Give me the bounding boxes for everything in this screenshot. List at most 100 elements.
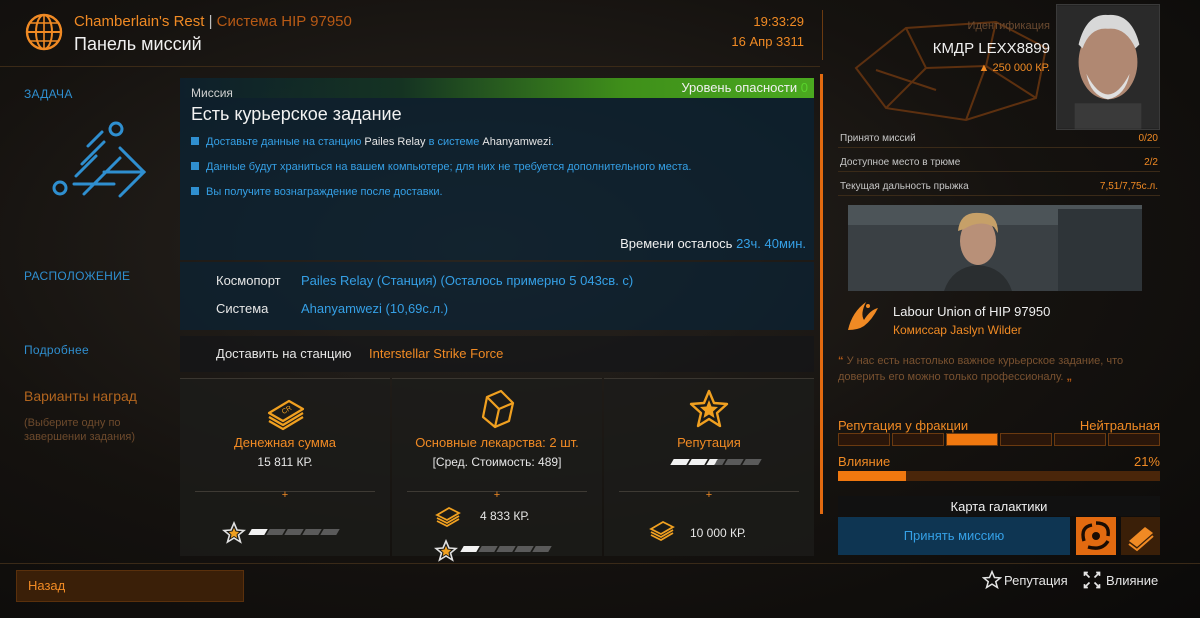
reputation-pip xyxy=(284,529,304,535)
section-label-rewards: Варианты наград xyxy=(24,388,137,404)
commodity-crate-icon xyxy=(481,389,515,429)
reward-amount: 15 811 КР. xyxy=(257,455,313,469)
bullet-square-icon xyxy=(191,187,199,195)
stat-label: Текущая дальность прыжка xyxy=(840,181,969,192)
reputation-pip xyxy=(266,529,286,535)
credits-stack-icon: CR xyxy=(267,399,305,431)
reputation-pips xyxy=(670,459,762,467)
credits-icon: ▲ xyxy=(978,62,990,74)
reputation-pip xyxy=(724,459,744,465)
rewards-hint: (Выберите одну по завершении задания) xyxy=(24,417,136,443)
galaxy-swirl-icon[interactable] xyxy=(1076,517,1116,555)
globe-icon xyxy=(25,13,63,51)
reputation-pip xyxy=(532,546,552,552)
mission-title: Есть курьерское задание xyxy=(191,104,402,124)
faction-reputation-bar xyxy=(838,433,1160,446)
quote-close-icon: „ xyxy=(1066,371,1073,383)
mission-kicker: Миссия xyxy=(191,86,233,100)
influence-bar xyxy=(838,471,1160,481)
agent-name: Комиссар Jaslyn Wilder xyxy=(893,323,1022,337)
faction-reputation-value: Нейтральная xyxy=(1079,418,1160,433)
reputation-pip xyxy=(670,459,690,465)
danger-level-value: 0 xyxy=(800,80,808,95)
commander-credits: ▲ 250 000 КР. xyxy=(900,62,1051,74)
clock-time: 19:33:29 xyxy=(753,14,804,29)
reputation-pip xyxy=(460,546,480,552)
credits-value: 250 000 КР. xyxy=(992,62,1050,74)
reward-title: Основные лекарства: 2 шт. xyxy=(415,435,579,450)
agent-quote-text: У нас есть настолько важное курьерское з… xyxy=(838,355,1124,383)
reputation-star-icon xyxy=(689,389,729,428)
section-label-task: ЗАДАЧА xyxy=(24,87,73,101)
time-remaining: Времени осталось 23ч. 40мин. xyxy=(450,236,806,251)
bullet-square-icon xyxy=(191,162,199,170)
header-divider xyxy=(0,66,820,67)
stat-value: 7,51/7,75с.л. xyxy=(1099,181,1158,192)
stat-value: 2/2 xyxy=(1144,157,1158,168)
courier-data-icon xyxy=(52,121,147,198)
bullet-text: Вы получите вознаграждение после доставк… xyxy=(206,186,443,198)
clock-date: 16 Апр 3311 xyxy=(731,34,804,49)
reputation-star-icon xyxy=(982,570,1002,590)
codex-book-icon[interactable] xyxy=(1121,517,1160,555)
back-button-label[interactable]: Назад xyxy=(28,578,65,593)
svg-text:CR: CR xyxy=(281,405,293,416)
reputation-segment xyxy=(1000,433,1052,446)
legend-influence: Влияние xyxy=(1106,573,1159,588)
reputation-star-icon xyxy=(434,539,458,562)
reward-extra-credits: 4 833 КР. xyxy=(480,509,530,523)
reputation-segment xyxy=(838,433,890,446)
section-label-location: РАСПОЛОЖЕНИЕ xyxy=(24,269,131,283)
bullet-text: в системе xyxy=(425,136,483,148)
commander-portrait xyxy=(1056,4,1160,130)
mission-bullet: Вы получите вознаграждение после доставк… xyxy=(191,186,443,198)
location-separator: | xyxy=(208,13,213,30)
identification-label: Идентификация xyxy=(967,20,1050,32)
influence-icon xyxy=(1083,571,1101,589)
reputation-pip xyxy=(248,529,268,535)
reputation-segment xyxy=(892,433,944,446)
reputation-pip xyxy=(302,529,322,535)
reward-title: Репутация xyxy=(677,435,741,450)
spaceport-link[interactable]: Pailes Relay (Станция) (Осталось примерн… xyxy=(301,273,633,288)
danger-level-label: Уровень опасности xyxy=(681,80,798,95)
accept-mission-label[interactable]: Принять миссию xyxy=(838,528,1070,543)
section-label-details: Подробнее xyxy=(24,343,89,357)
influence-label: Влияние xyxy=(838,454,891,469)
reputation-pips xyxy=(248,529,340,537)
system-link[interactable]: Ahanyamwezi (10,69с.л.) xyxy=(301,301,448,316)
reward-card-commodity[interactable]: Основные лекарства: 2 шт. [Сред. Стоимос… xyxy=(392,378,602,562)
credits-stack-icon xyxy=(649,520,675,541)
legend-reputation: Репутация xyxy=(1004,573,1068,588)
footer-divider xyxy=(0,563,1200,564)
credits-stack-icon xyxy=(435,506,461,527)
stat-label: Доступное место в трюме xyxy=(840,157,961,168)
influence-value: 21% xyxy=(1133,454,1160,469)
station-name: Chamberlain's Rest xyxy=(74,13,205,30)
reputation-pip xyxy=(514,546,534,552)
influence-bar-fill xyxy=(838,471,906,481)
commander-name: КМДР LEXX8899 xyxy=(932,40,1050,57)
reputation-pip xyxy=(706,459,726,465)
reputation-segment xyxy=(946,433,998,446)
bullet-square-icon xyxy=(191,137,199,145)
deliver-label: Доставить на станцию xyxy=(216,346,352,361)
reward-card-reputation[interactable]: Репутация + 10 000 КР. xyxy=(604,378,814,556)
reward-plus: + xyxy=(705,489,713,501)
danger-level: Уровень опасности 0 xyxy=(560,80,808,95)
page-title: Панель миссий xyxy=(74,34,202,54)
reward-plus: + xyxy=(493,489,501,501)
reward-card-credits[interactable]: CR Денежная сумма 15 811 КР. + xyxy=(180,378,390,556)
galaxy-map-label[interactable]: Карта галактики xyxy=(838,499,1160,514)
deliver-station[interactable]: Interstellar Strike Force xyxy=(369,346,503,361)
reputation-pip xyxy=(688,459,708,465)
agent-quote: “ У нас есть настолько важное курьерское… xyxy=(838,353,1160,385)
mission-bullet: Доставьте данные на станцию Pailes Relay… xyxy=(191,136,554,148)
scroll-indicator[interactable] xyxy=(820,74,823,514)
mission-giver-portrait xyxy=(848,205,1142,291)
reputation-segment xyxy=(1054,433,1106,446)
faction-reputation-label: Репутация у фракции xyxy=(838,418,969,433)
reward-average-cost: [Сред. Стоимость: 489] xyxy=(432,455,562,469)
reputation-pip xyxy=(478,546,498,552)
reward-title: Денежная сумма xyxy=(233,435,336,450)
